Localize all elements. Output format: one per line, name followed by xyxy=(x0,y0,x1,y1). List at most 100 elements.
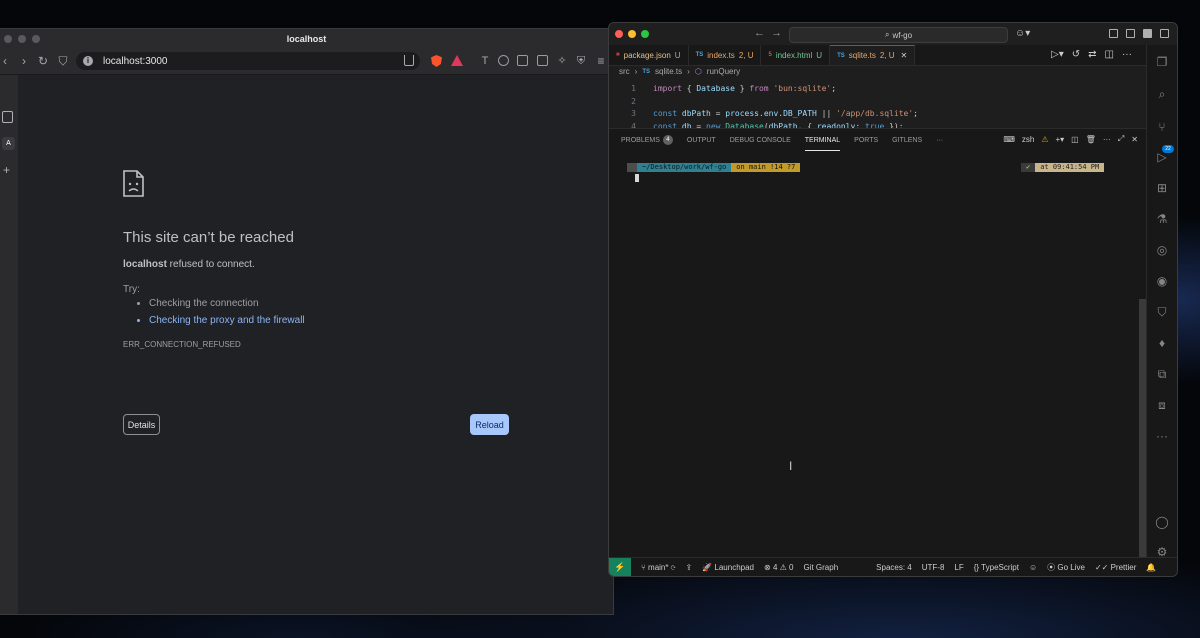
brave-shields-icon[interactable] xyxy=(431,55,442,67)
code-line[interactable]: import { Database } from 'bun:sqlite'; xyxy=(653,84,836,93)
docker-icon[interactable]: ⧈ xyxy=(1155,398,1169,412)
launchpad-status[interactable]: 🚀 Launchpad xyxy=(702,563,754,572)
vscode-window-controls[interactable] xyxy=(615,30,649,38)
account-icon[interactable]: ◯ xyxy=(1155,515,1169,529)
back-icon[interactable]: ‹ xyxy=(0,54,12,68)
sidebar-toggle-icon[interactable] xyxy=(517,55,528,66)
run-icon[interactable]: ▷▾ xyxy=(1051,49,1064,60)
prettier-status[interactable]: ✓✓ Prettier xyxy=(1095,563,1136,572)
line-number: 3 xyxy=(631,109,636,118)
details-button[interactable]: Details xyxy=(123,414,160,435)
source-control-icon[interactable]: ⑂ xyxy=(1155,120,1169,134)
share-icon[interactable] xyxy=(404,55,414,66)
more-actions-icon[interactable]: ··· xyxy=(1122,49,1132,60)
tab-index-ts[interactable]: TS index.ts 2, U xyxy=(689,45,762,65)
testing-icon[interactable]: ⚗ xyxy=(1155,212,1169,226)
maximize-panel-icon[interactable]: ⤢ xyxy=(1118,134,1124,144)
split-terminal-icon[interactable]: ◫ xyxy=(1071,135,1079,144)
toggle-secondary-sidebar-icon[interactable] xyxy=(1143,29,1152,38)
remote-indicator-icon[interactable]: ⚡ xyxy=(609,558,631,576)
reader-mode-icon[interactable]: T xyxy=(478,54,492,68)
panel-tab-ports[interactable]: PORTS xyxy=(854,129,878,151)
git-graph-status[interactable]: Git Graph xyxy=(803,563,838,572)
close-window-icon[interactable] xyxy=(615,30,623,38)
explorer-icon[interactable]: ❐ xyxy=(1155,55,1169,69)
suggestion-proxy-link[interactable]: Checking the proxy and the firewall xyxy=(149,315,305,326)
close-tab-icon[interactable]: ✕ xyxy=(901,51,908,60)
notifications-bell-icon[interactable]: 🔔 xyxy=(1146,563,1156,572)
new-terminal-icon[interactable]: +▾ xyxy=(1055,135,1064,144)
split-editor-icon[interactable]: ◫ xyxy=(1105,49,1114,60)
toggle-panel-icon[interactable] xyxy=(1126,29,1135,38)
timeline-icon[interactable]: ↺ xyxy=(1072,49,1080,60)
go-live-status[interactable]: ⦿ Go Live xyxy=(1047,562,1085,573)
panel-tab-gitlens[interactable]: GITLENS xyxy=(892,129,922,151)
reload-button[interactable]: Reload xyxy=(470,414,509,435)
gitlab-icon[interactable]: ⛉ xyxy=(1155,305,1169,319)
language-status[interactable]: {} TypeScript xyxy=(974,563,1019,572)
breadcrumb-file[interactable]: sqlite.ts xyxy=(655,67,682,76)
containers-icon[interactable]: ⧉ xyxy=(1155,367,1169,381)
panel-tab-output[interactable]: OUTPUT xyxy=(687,129,716,151)
close-panel-icon[interactable]: ✕ xyxy=(1131,135,1138,144)
search-icon[interactable]: ⌕ xyxy=(1155,87,1169,101)
customize-layout-icon[interactable] xyxy=(1160,29,1169,38)
copilot-status-icon[interactable]: ☺ xyxy=(1029,563,1037,572)
extension-icon[interactable] xyxy=(498,55,509,66)
vpn-icon[interactable]: ⛨ xyxy=(574,54,588,68)
panel-tab-problems[interactable]: PROBLEMS 4 xyxy=(621,129,673,151)
branch-status[interactable]: ⑂ main* ⟳ xyxy=(641,563,676,572)
terminal-cursor xyxy=(635,174,639,182)
nav-forward-icon[interactable]: → xyxy=(771,27,782,39)
copilot-icon[interactable]: ☺▾ xyxy=(1015,28,1030,39)
eol-status[interactable]: LF xyxy=(954,563,963,572)
publish-icon[interactable]: ⇪ xyxy=(686,563,693,572)
problems-status[interactable]: ⊗ 4 ⚠ 0 xyxy=(764,563,793,572)
terminal-scrollbar[interactable] xyxy=(1139,299,1146,561)
url-text[interactable]: localhost:3000 xyxy=(103,56,168,67)
remote-explorer-icon[interactable]: ◉ xyxy=(1155,274,1169,288)
indentation-status[interactable]: Spaces: 4 xyxy=(876,563,912,572)
shell-name[interactable]: zsh xyxy=(1022,135,1034,144)
encoding-status[interactable]: UTF-8 xyxy=(922,563,945,572)
code-editor[interactable]: 1 import { Database } from 'bun:sqlite'; 2… xyxy=(609,81,1146,128)
leo-ai-icon[interactable]: ✧ xyxy=(555,54,569,68)
breadcrumb-folder[interactable]: src xyxy=(619,67,630,76)
compare-icon[interactable]: ⇄ xyxy=(1088,49,1096,60)
forward-icon[interactable]: › xyxy=(17,54,31,68)
extensions-icon[interactable]: ⊞ xyxy=(1155,181,1169,195)
panel-tab-terminal[interactable]: TERMINAL xyxy=(804,129,841,151)
toggle-primary-sidebar-icon[interactable] xyxy=(1109,29,1118,38)
wallet-icon[interactable] xyxy=(537,55,548,66)
nav-back-icon[interactable]: ← xyxy=(754,27,765,39)
address-bar[interactable]: i localhost:3000 xyxy=(76,52,420,70)
breadcrumb-symbol[interactable]: runQuery xyxy=(707,67,740,76)
error-page: This site can’t be reached localhost ref… xyxy=(18,75,613,614)
mongodb-leaf-icon[interactable]: ♦ xyxy=(1155,336,1169,350)
search-icon: ⌕ xyxy=(884,30,890,39)
minimize-window-icon[interactable] xyxy=(628,30,636,38)
tab-package-json[interactable]: ■ package.json U xyxy=(609,45,689,65)
gitlens-icon[interactable]: ◎ xyxy=(1155,243,1169,257)
new-tab-icon[interactable]: + xyxy=(3,163,10,177)
code-line[interactable]: const dbPath = process.env.DB_PATH || '/… xyxy=(653,109,918,118)
bookmark-icon[interactable]: ⛉ xyxy=(56,54,70,68)
sidebar-panel-icon[interactable] xyxy=(2,111,13,123)
panel-tab--[interactable]: ··· xyxy=(936,129,943,151)
command-center-search[interactable]: ⌕ wf-go xyxy=(789,27,1008,43)
maximize-window-icon[interactable] xyxy=(641,30,649,38)
tab-favicon[interactable]: A xyxy=(2,137,15,150)
prompt-os-segment xyxy=(627,163,637,172)
panel-tab-debug-console[interactable]: DEBUG CONSOLE xyxy=(730,129,791,151)
brave-rewards-icon[interactable] xyxy=(451,55,463,66)
more-views-icon[interactable]: ··· xyxy=(1155,429,1169,443)
more-icon[interactable]: ··· xyxy=(1103,135,1111,144)
menu-icon[interactable]: ≡ xyxy=(594,54,608,68)
tab-index-html[interactable]: 5 index.html U xyxy=(761,45,831,65)
site-info-icon[interactable]: i xyxy=(83,56,93,66)
tab-sqlite-ts[interactable]: TS sqlite.ts 2, U ✕ xyxy=(830,45,916,65)
run-debug-icon[interactable]: ▷ xyxy=(1155,150,1169,164)
refresh-icon[interactable]: ↻ xyxy=(36,54,50,68)
window-controls[interactable] xyxy=(4,35,40,43)
trash-icon[interactable]: 🗑 xyxy=(1086,135,1096,144)
